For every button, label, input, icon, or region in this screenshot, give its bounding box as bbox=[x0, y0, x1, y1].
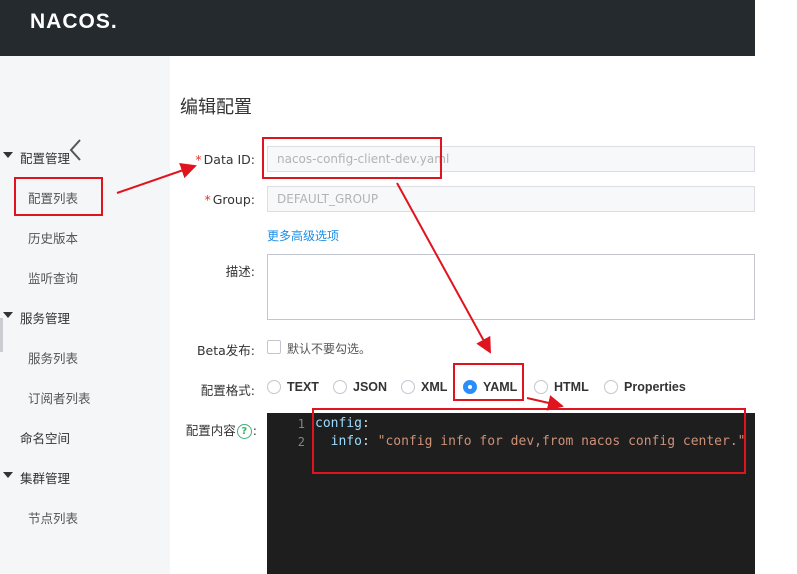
description-label: 描述: bbox=[225, 264, 255, 279]
annotation-arrow bbox=[526, 395, 564, 411]
radio-text-label: TEXT bbox=[287, 380, 319, 394]
sidebar-scroll-indicator bbox=[0, 318, 3, 352]
beta-checkbox[interactable] bbox=[267, 340, 281, 354]
editor-gutter: 1 2 bbox=[267, 413, 311, 574]
description-textarea[interactable] bbox=[267, 254, 755, 320]
help-icon[interactable]: ? bbox=[236, 424, 252, 439]
radio-yaml[interactable] bbox=[463, 380, 477, 394]
radio-json-label: JSON bbox=[353, 380, 388, 394]
caret-down-icon bbox=[3, 472, 13, 478]
radio-xml-label: XML bbox=[421, 380, 448, 394]
beta-label: Beta发布: bbox=[196, 343, 255, 358]
caret-down-icon bbox=[3, 312, 13, 318]
code-editor[interactable]: 1 2 config: info: "config info for dev,f… bbox=[267, 413, 755, 574]
content-label: 配置内容?: bbox=[185, 423, 257, 439]
sidebar-group-service-management[interactable]: 服务管理 bbox=[3, 308, 70, 327]
page-title: 编辑配置 bbox=[180, 97, 252, 118]
radio-xml[interactable] bbox=[401, 380, 415, 394]
sidebar-item-subscriber-list[interactable]: 订阅者列表 bbox=[28, 388, 91, 407]
caret-down-icon bbox=[3, 152, 13, 158]
line-number: 2 bbox=[297, 435, 305, 449]
group-label: * Group: bbox=[204, 192, 255, 207]
format-label: 配置格式: bbox=[200, 383, 255, 398]
sidebar-group-cluster-management[interactable]: 集群管理 bbox=[3, 468, 70, 487]
radio-html[interactable] bbox=[534, 380, 548, 394]
radio-text[interactable] bbox=[267, 380, 281, 394]
data-id-label: * Data ID: bbox=[195, 152, 255, 167]
top-bar: NACOS. bbox=[0, 0, 755, 56]
line-number: 1 bbox=[297, 417, 305, 431]
code-line-1: config: bbox=[315, 416, 370, 431]
sidebar-item-namespace[interactable]: 命名空间 bbox=[20, 428, 70, 447]
sidebar-item-service-list[interactable]: 服务列表 bbox=[28, 348, 78, 367]
group-input[interactable]: DEFAULT_GROUP bbox=[267, 186, 755, 212]
radio-properties-label: Properties bbox=[624, 380, 686, 394]
sidebar-item-config-list[interactable]: 配置列表 bbox=[28, 188, 78, 207]
sidebar-item-listener-query[interactable]: 监听查询 bbox=[28, 268, 78, 287]
collapse-chevron-icon[interactable] bbox=[68, 136, 84, 164]
sidebar: 配置管理 配置列表 历史版本 监听查询 服务管理 服务列表 订阅者列表 命名空间… bbox=[0, 56, 170, 574]
radio-properties[interactable] bbox=[604, 380, 618, 394]
sidebar-item-node-list[interactable]: 节点列表 bbox=[28, 508, 78, 527]
radio-json[interactable] bbox=[333, 380, 347, 394]
more-advanced-options-link[interactable]: 更多高级选项 bbox=[267, 227, 339, 244]
code-line-2: info: "config info for dev,from nacos co… bbox=[330, 434, 746, 449]
radio-yaml-label: YAML bbox=[483, 380, 518, 394]
sidebar-group-config-management[interactable]: 配置管理 bbox=[3, 148, 70, 167]
data-id-input[interactable]: nacos-config-client-dev.yaml bbox=[267, 146, 755, 172]
beta-checkbox-text: 默认不要勾选。 bbox=[287, 342, 372, 356]
nacos-logo[interactable]: NACOS. bbox=[30, 10, 118, 34]
sidebar-item-history[interactable]: 历史版本 bbox=[28, 228, 78, 247]
radio-html-label: HTML bbox=[554, 380, 589, 394]
